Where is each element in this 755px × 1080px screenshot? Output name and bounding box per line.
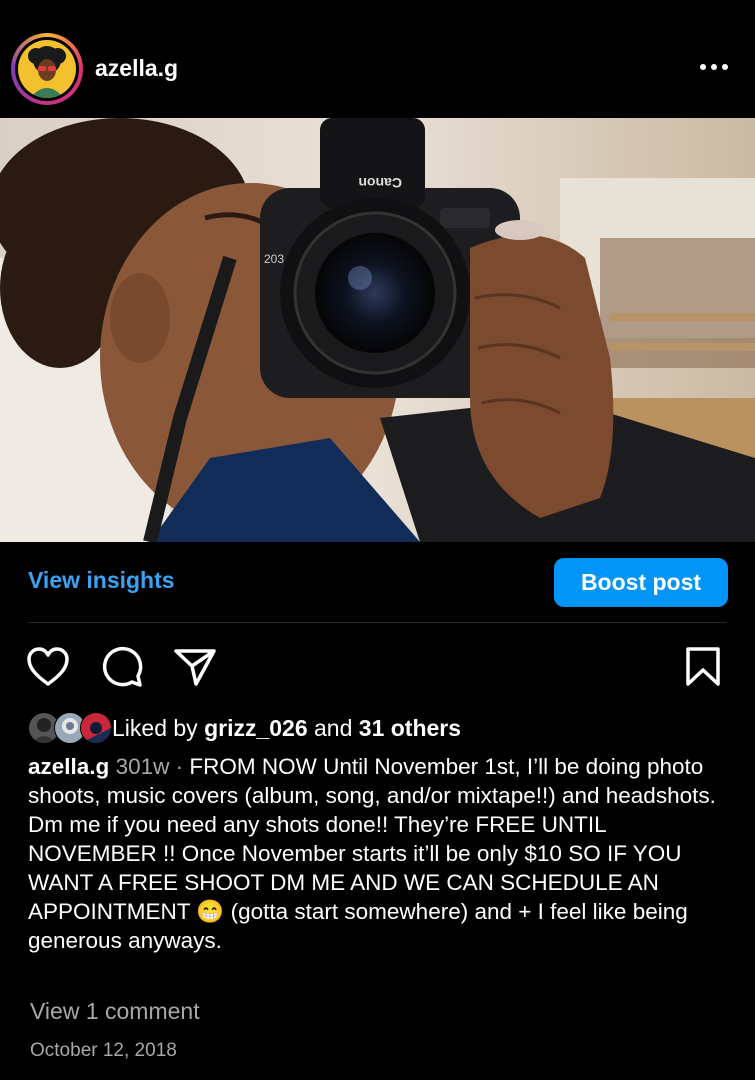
liked-by-user[interactable]: grizz_026: [204, 715, 308, 741]
share-button[interactable]: [173, 646, 217, 693]
liked-by-others[interactable]: 31 others: [359, 715, 461, 741]
like-button[interactable]: [26, 646, 70, 693]
post-age: 301w: [115, 754, 170, 779]
post-photo[interactable]: Canon 203: [0, 118, 755, 542]
bookmark-icon: [686, 647, 720, 686]
save-button[interactable]: [684, 646, 722, 693]
share-icon: [174, 649, 216, 686]
more-icon: [700, 64, 728, 70]
post-username[interactable]: azella.g: [95, 55, 178, 82]
boost-post-button[interactable]: Boost post: [554, 558, 728, 607]
view-comments-link[interactable]: View 1 comment: [30, 998, 200, 1025]
liked-by-text: Liked by grizz_026 and 31 others: [112, 714, 462, 741]
divider: [28, 622, 727, 623]
caption-text: FROM NOW Until November 1st, I’ll be doi…: [28, 754, 716, 953]
likes-summary[interactable]: Liked by grizz_026 and 31 others: [28, 712, 461, 744]
comment-icon: [102, 646, 143, 687]
profile-avatar[interactable]: [11, 33, 83, 105]
comment-button[interactable]: [100, 646, 144, 693]
caption-username[interactable]: azella.g: [28, 754, 109, 779]
heart-icon: [27, 647, 69, 686]
svg-text:Canon: Canon: [358, 175, 402, 191]
post-image: Canon 203: [0, 118, 755, 542]
post-date: October 12, 2018: [30, 1040, 177, 1061]
view-insights-link[interactable]: View insights: [28, 567, 175, 594]
post-header: azella.g: [0, 0, 755, 118]
post-caption: azella.g 301w · FROM NOW Until November …: [28, 754, 716, 953]
liker-avatars: [28, 712, 112, 744]
liker-avatar: [80, 712, 112, 744]
avatar-illustration: [28, 46, 66, 98]
svg-text:203: 203: [264, 252, 284, 266]
more-options-button[interactable]: [699, 57, 729, 77]
